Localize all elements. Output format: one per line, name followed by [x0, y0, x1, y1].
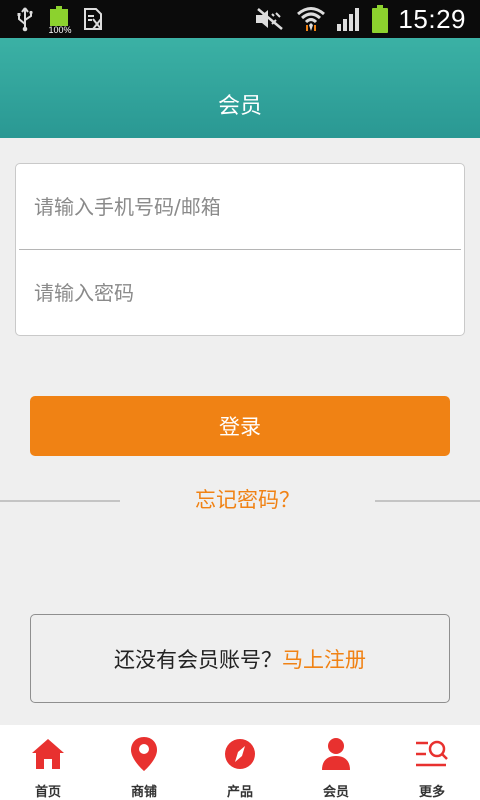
battery-icon — [372, 5, 389, 33]
battery-percent: 100% — [48, 25, 72, 35]
signal-icon — [337, 8, 360, 31]
register-prompt: 还没有会员账号？ — [114, 647, 282, 672]
account-input[interactable] — [34, 164, 464, 250]
compass-icon — [220, 734, 260, 774]
location-pin-icon — [124, 734, 164, 774]
tab-products[interactable]: 产品 — [192, 725, 288, 800]
document-icon — [84, 8, 102, 30]
battery-icon: 100% — [48, 6, 72, 35]
login-card — [15, 163, 465, 336]
tab-member[interactable]: 会员 — [288, 725, 384, 800]
user-icon — [316, 734, 356, 774]
register-box: 还没有会员账号？ 马上注册 — [30, 614, 450, 703]
tab-home[interactable]: 首页 — [0, 725, 96, 800]
forgot-password-link[interactable]: 忘记密码？ — [120, 484, 375, 514]
home-icon — [28, 734, 68, 774]
register-link[interactable]: 马上注册 — [282, 644, 366, 674]
divider-right — [375, 500, 480, 502]
bottom-tab-bar: 首页 商铺 产品 会员 更多 — [0, 725, 480, 800]
wifi-icon — [297, 7, 326, 31]
page-title: 会员 — [217, 94, 262, 119]
password-field — [16, 250, 464, 336]
login-button[interactable]: 登录 — [30, 396, 450, 456]
status-left: 100% — [14, 5, 104, 35]
password-input[interactable] — [34, 250, 464, 336]
tab-more[interactable]: 更多 — [384, 725, 480, 800]
tab-shops-label: 商铺 — [130, 785, 157, 800]
status-bar: 100% 15:29 — [0, 0, 480, 38]
usb-icon — [17, 7, 33, 32]
page-header: 会员 — [0, 38, 480, 138]
divider-left — [0, 500, 120, 502]
status-time: 15:29 — [398, 3, 466, 34]
tab-more-label: 更多 — [418, 785, 445, 800]
status-right: 15:29 — [254, 0, 466, 38]
mute-icon — [256, 8, 284, 30]
account-field — [16, 164, 464, 250]
tab-products-label: 产品 — [226, 785, 253, 800]
tab-shops[interactable]: 商铺 — [96, 725, 192, 800]
tab-member-label: 会员 — [322, 785, 349, 800]
tab-home-label: 首页 — [34, 785, 61, 800]
more-menu-search-icon — [412, 734, 452, 774]
